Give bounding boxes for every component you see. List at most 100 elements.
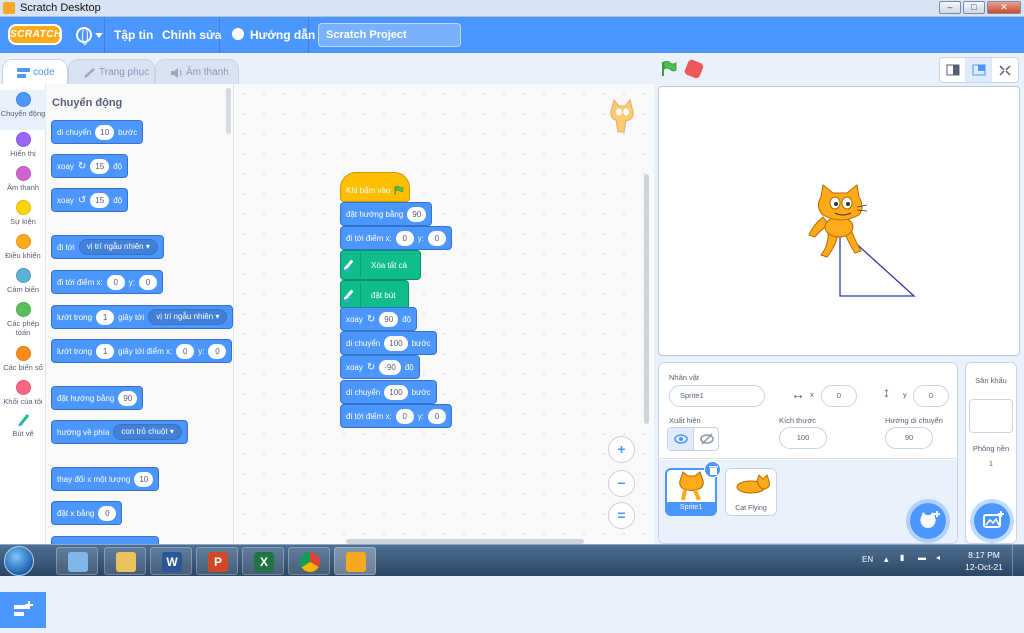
tutorials-menu[interactable]: Hướng dẫn	[250, 17, 315, 53]
lightbulb-icon[interactable]	[232, 28, 244, 40]
delete-sprite-button[interactable]	[704, 461, 721, 478]
scratch-logo[interactable]: SCRATCH	[8, 24, 62, 45]
edit-menu[interactable]: Chỉnh sửa	[162, 17, 221, 53]
script-move-block[interactable]: di chuyển 100 bước	[340, 331, 437, 355]
move-block[interactable]: di chuyển 10 bước	[51, 120, 144, 144]
add-extension-button[interactable]	[0, 592, 46, 628]
glide-block[interactable]: lướt trong 1 giây tới vị trí ngẫu nhiên ▾	[51, 305, 233, 329]
show-sprite-button[interactable]	[668, 428, 694, 450]
steps-input[interactable]: 100	[384, 335, 408, 351]
steps-input[interactable]: 10	[95, 124, 115, 140]
change-x-block[interactable]: thay đổi x một lượng 10	[51, 467, 160, 491]
category-looks[interactable]: Hiển thị	[0, 132, 46, 158]
tray-up-icon[interactable]: ▴	[884, 554, 889, 565]
palette-scrollbar[interactable]	[226, 88, 231, 134]
start-button[interactable]	[4, 546, 34, 576]
steps-input[interactable]: 100	[384, 384, 408, 400]
taskbar-powerpoint[interactable]: P	[196, 547, 238, 575]
script-turn-right-block[interactable]: xoay ↻ 90 độ	[340, 307, 418, 331]
minimize-button[interactable]: –	[939, 1, 961, 14]
set-x-block[interactable]: đặt x bằng 0	[51, 501, 123, 525]
point-direction-block[interactable]: đặt hướng bằng 90	[51, 386, 144, 410]
when-flag-clicked-block[interactable]: Khi bấm vào	[340, 172, 410, 202]
y-input[interactable]: 0	[208, 343, 227, 359]
category-sensing[interactable]: Cảm biến	[0, 268, 46, 294]
chevron-down-icon[interactable]	[95, 33, 103, 38]
stop-icon[interactable]	[683, 58, 705, 80]
category-variables[interactable]: Các biến số	[0, 346, 46, 372]
script-move-block-2[interactable]: di chuyển 100 bước	[340, 380, 437, 404]
degrees-input[interactable]: 15	[90, 158, 110, 174]
script-point-direction-block[interactable]: đặt hướng bằng 90	[340, 202, 433, 226]
direction-input[interactable]: 90	[407, 206, 427, 222]
category-operators[interactable]: Các phép toán	[0, 302, 46, 337]
direction-input[interactable]: 90	[885, 427, 933, 449]
script-goto-xy-block[interactable]: đi tới điểm x: 0 y: 0	[340, 226, 452, 250]
taskbar-word[interactable]: W	[150, 547, 192, 575]
maximize-button[interactable]: □	[963, 1, 985, 14]
x-input[interactable]: 0	[176, 343, 195, 359]
script-pen-down-block[interactable]: đặt bút	[340, 280, 410, 310]
small-stage-button[interactable]	[940, 58, 966, 82]
tab-sounds[interactable]: Âm thanh	[155, 59, 239, 85]
backdrop-thumb[interactable]	[969, 399, 1013, 433]
sprite-name-input[interactable]: Sprite1	[669, 385, 765, 407]
add-backdrop-button[interactable]	[974, 503, 1010, 539]
code-workspace[interactable]: Khi bấm vào đặt hướng bằng 90 đi tới điểm…	[234, 84, 654, 544]
project-title-input[interactable]: Scratch Project	[318, 23, 461, 47]
battery-icon[interactable]: ▬	[918, 553, 926, 562]
category-my-blocks[interactable]: Khối của tôi	[0, 380, 46, 406]
taskbar-explorer[interactable]	[104, 547, 146, 575]
taskbar-scratch[interactable]	[334, 547, 376, 575]
show-desktop-button[interactable]	[1012, 545, 1024, 577]
category-events[interactable]: Sự kiện	[0, 200, 46, 226]
x-input[interactable]: 0	[395, 408, 414, 424]
taskbar-chrome[interactable]	[288, 547, 330, 575]
seconds-input[interactable]: 1	[96, 309, 115, 325]
x-input[interactable]: 0	[106, 274, 125, 290]
x-position-input[interactable]: 0	[821, 385, 857, 407]
zoom-in-button[interactable]: +	[608, 436, 635, 463]
category-control[interactable]: Điều khiển	[0, 234, 46, 260]
y-input[interactable]: 0	[138, 274, 157, 290]
y-input[interactable]: 0	[427, 230, 446, 246]
change-y-block[interactable]	[51, 536, 159, 544]
direction-input[interactable]: 90	[118, 390, 138, 406]
file-menu[interactable]: Tập tin	[114, 17, 153, 53]
turn-left-block[interactable]: xoay ↺ 15 độ	[51, 188, 129, 212]
y-input[interactable]: 0	[427, 408, 446, 424]
hide-sprite-button[interactable]	[694, 428, 718, 450]
network-icon[interactable]: ▮	[900, 553, 904, 562]
clock[interactable]: 8:17 PM 12-Oct-21	[962, 549, 1006, 573]
large-stage-button[interactable]	[966, 58, 992, 82]
degrees-input[interactable]: 90	[379, 311, 399, 327]
goto-block[interactable]: đi tới vị trí ngẫu nhiên ▾	[51, 235, 164, 259]
x-input[interactable]: 0	[98, 505, 117, 521]
towards-dropdown[interactable]: con trỏ chuột ▾	[113, 424, 182, 440]
point-towards-block[interactable]: hướng về phía con trỏ chuột ▾	[51, 420, 188, 444]
glide-xy-block[interactable]: lướt trong 1 giây tới điểm x: 0 y: 0	[51, 339, 233, 363]
script-pen-clear-block[interactable]: Xóa tất cả	[340, 250, 422, 280]
script-goto-xy-block-2[interactable]: đi tới điểm x: 0 y: 0	[340, 404, 452, 428]
size-input[interactable]: 100	[779, 427, 827, 449]
volume-icon[interactable]: ◂	[936, 553, 940, 562]
category-pen[interactable]: Bút vẽ	[0, 412, 46, 438]
stage[interactable]	[658, 86, 1020, 356]
glide-dropdown[interactable]: vị trí ngẫu nhiên ▾	[148, 309, 228, 325]
script-turn-right-block-2[interactable]: xoay ↻ -90 độ	[340, 355, 420, 379]
workspace-vertical-scrollbar[interactable]	[644, 174, 649, 424]
green-flag-icon[interactable]	[661, 61, 677, 76]
y-position-input[interactable]: 0	[913, 385, 949, 407]
seconds-input[interactable]: 1	[96, 343, 115, 359]
close-button[interactable]: ✕	[987, 1, 1021, 14]
degrees-input[interactable]: 15	[90, 192, 110, 208]
category-sound[interactable]: Âm thanh	[0, 166, 46, 192]
goto-xy-block[interactable]: đi tới điểm x: 0 y: 0	[51, 270, 163, 294]
taskbar-excel[interactable]: X	[242, 547, 284, 575]
turn-right-block[interactable]: xoay ↻ 15 độ	[51, 154, 129, 178]
goto-dropdown[interactable]: vị trí ngẫu nhiên ▾	[78, 239, 158, 255]
fullscreen-button[interactable]	[992, 58, 1018, 82]
category-motion[interactable]: Chuyển động	[0, 90, 46, 130]
zoom-reset-button[interactable]: =	[608, 502, 635, 529]
language-indicator[interactable]: EN	[862, 555, 873, 564]
